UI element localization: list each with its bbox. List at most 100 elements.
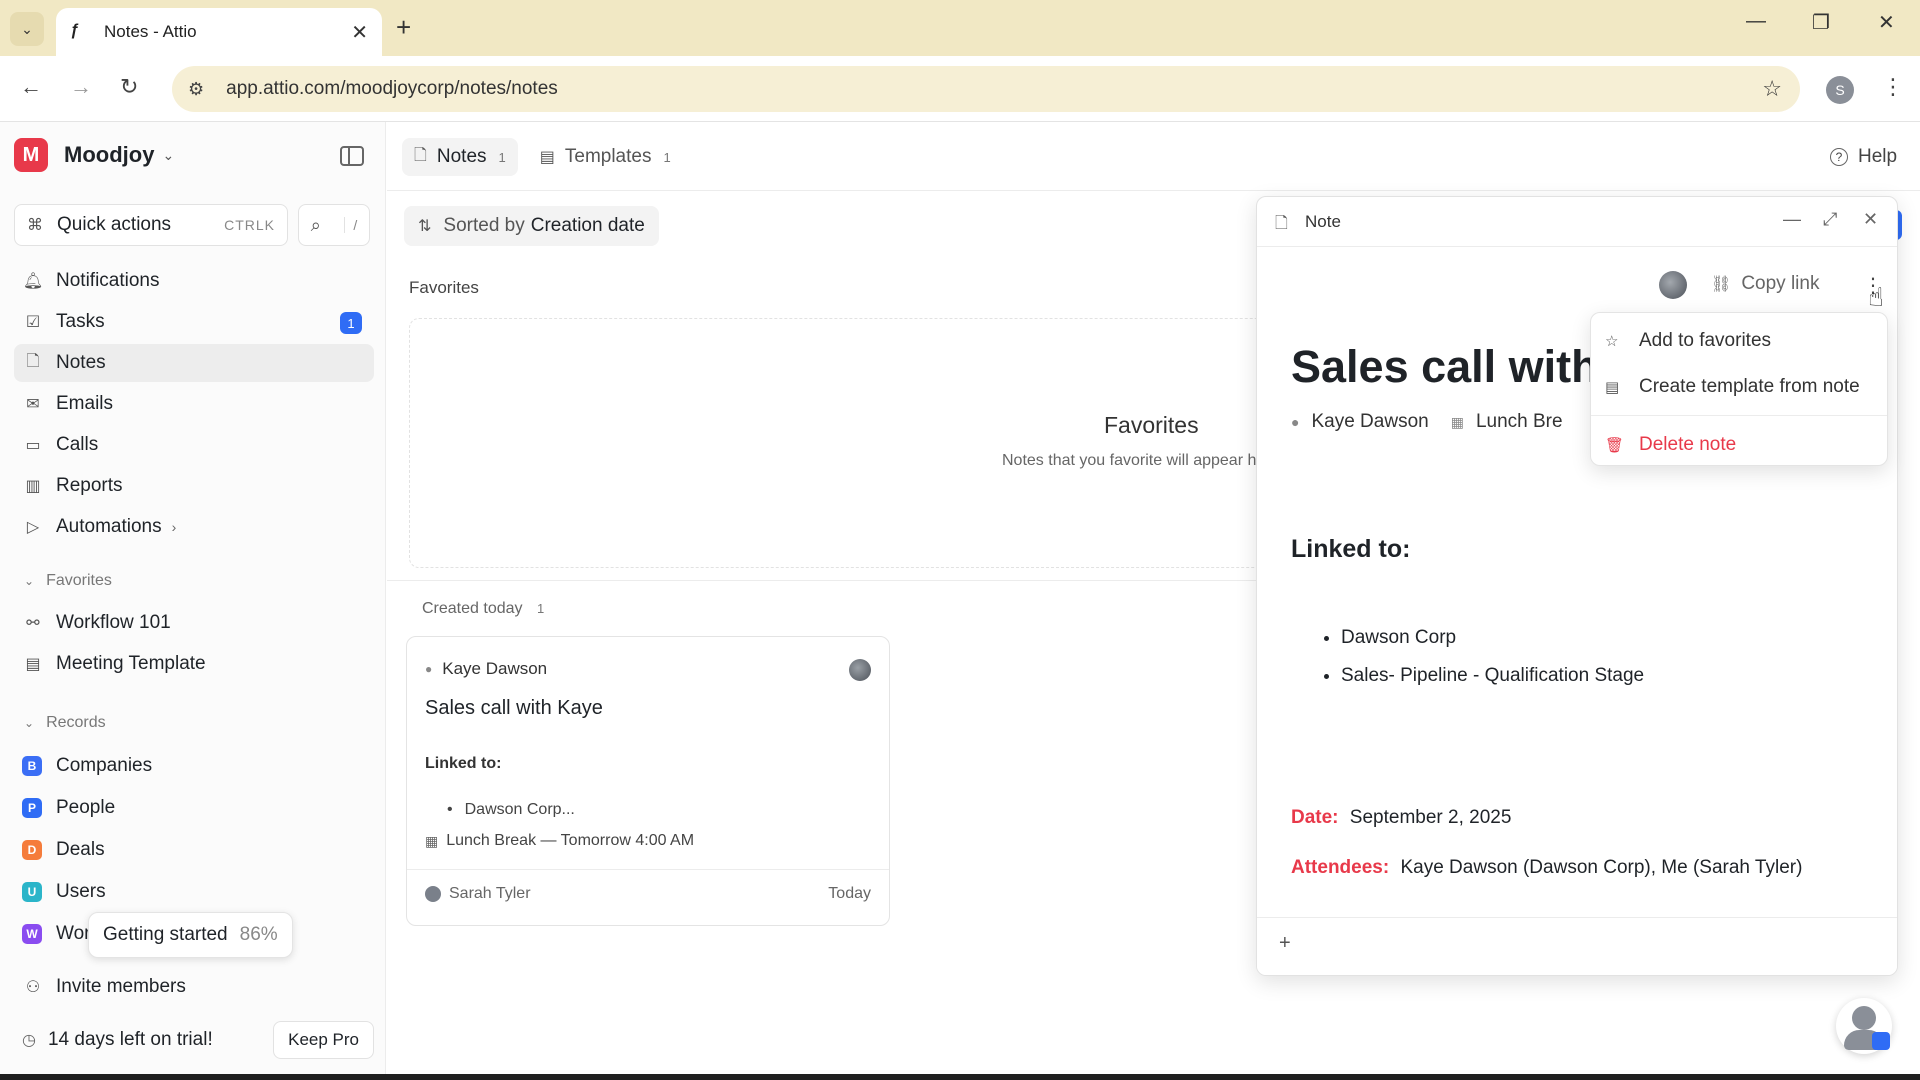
sidebar-item-reports[interactable]: ▥ Reports bbox=[14, 467, 374, 505]
sidebar-item-label: People bbox=[56, 797, 115, 819]
sidebar-item-automations[interactable]: ▷ Automations › bbox=[14, 508, 374, 546]
reload-icon[interactable]: ↻ bbox=[120, 74, 138, 100]
tab-notes[interactable]: 🗋 Notes 1 bbox=[402, 138, 518, 176]
note-card-author: ● Kaye Dawson bbox=[425, 659, 547, 679]
url-text[interactable]: app.attio.com/moodjoycorp/notes/notes bbox=[226, 78, 1762, 100]
sidebar-item-label: Users bbox=[56, 881, 106, 903]
note-event-label: Lunch Bre bbox=[1476, 411, 1563, 433]
profile-avatar[interactable]: S bbox=[1826, 76, 1854, 104]
copy-link-button[interactable]: ⛓ Copy link bbox=[1711, 273, 1819, 295]
note-event[interactable]: ▦ Lunch Bre bbox=[1451, 411, 1563, 433]
bottom-edge bbox=[0, 1074, 1920, 1080]
template-icon: ▤ bbox=[1605, 378, 1625, 396]
note-card-date: Today bbox=[828, 885, 871, 903]
tasks-count-badge: 1 bbox=[340, 312, 362, 334]
sidebar-item-workflow-101[interactable]: ⚯ Workflow 101 bbox=[14, 604, 374, 642]
search-button[interactable]: ⌕ / bbox=[298, 204, 370, 246]
link-icon: ⛓ bbox=[1711, 274, 1731, 294]
browser-tab-bar: ⌄ ƒ Notes - Attio ✕ + — ❐ ✕ bbox=[0, 0, 1920, 56]
date-field: Date: September 2, 2025 bbox=[1291, 807, 1511, 829]
bookmark-star-icon[interactable]: ☆ bbox=[1762, 76, 1782, 102]
getting-started-label: Getting started bbox=[103, 924, 228, 946]
browser-menu-icon[interactable]: ⋮ bbox=[1882, 74, 1904, 100]
records-section-header[interactable]: ⌄ Records bbox=[24, 714, 106, 732]
close-tab-icon[interactable]: ✕ bbox=[351, 20, 368, 45]
people-icon: P bbox=[22, 798, 42, 818]
favorites-section-header[interactable]: ⌄ Favorites bbox=[24, 572, 112, 590]
support-chat-button[interactable] bbox=[1836, 998, 1892, 1054]
workspace-logo: M bbox=[14, 138, 48, 172]
note-card-event[interactable]: ▦ Lunch Break — Tomorrow 4:00 AM bbox=[425, 827, 700, 855]
video-icon: ▭ bbox=[22, 435, 44, 455]
address-bar[interactable]: ⚙ app.attio.com/moodjoycorp/notes/notes … bbox=[172, 66, 1800, 112]
play-icon: ▷ bbox=[22, 517, 44, 537]
attio-favicon-icon: ƒ bbox=[70, 22, 90, 42]
expand-panel-icon[interactable]: ⤢ bbox=[1823, 209, 1837, 230]
restore-window-icon[interactable]: ❐ bbox=[1812, 10, 1830, 35]
back-icon[interactable]: ← bbox=[20, 74, 42, 100]
created-today-label: Created today bbox=[422, 600, 523, 617]
tab-search-button[interactable]: ⌄ bbox=[10, 12, 44, 46]
field-value: Kaye Dawson (Dawson Corp), Me (Sarah Tyl… bbox=[1400, 857, 1802, 878]
note-options-menu: ☆ Add to favorites ▤ Create template fro… bbox=[1590, 312, 1888, 466]
trash-icon: 🗑︎ bbox=[1605, 436, 1625, 454]
minimize-panel-icon[interactable]: — bbox=[1783, 209, 1801, 230]
file-icon: 🗋 bbox=[1275, 212, 1288, 239]
quick-actions-button[interactable]: ⌘ Quick actions CTRLK bbox=[14, 204, 288, 246]
sidebar-item-calls[interactable]: ▭ Calls bbox=[14, 426, 374, 464]
tab-label: Notes bbox=[437, 146, 487, 168]
new-tab-button[interactable]: + bbox=[396, 12, 411, 43]
browser-tab[interactable]: ƒ Notes - Attio ✕ bbox=[56, 8, 382, 56]
add-to-favorites-item[interactable]: ☆ Add to favorites bbox=[1605, 323, 1877, 359]
site-settings-icon[interactable]: ⚙ bbox=[188, 79, 204, 100]
sidebar-item-companies[interactable]: B Companies bbox=[14, 747, 374, 785]
sidebar-item-notes[interactable]: 🗋 Notes bbox=[14, 344, 374, 382]
workspace-switcher[interactable]: M Moodjoy ⌄ bbox=[14, 138, 174, 172]
sort-button[interactable]: ⇅ Sorted by Creation date bbox=[404, 206, 659, 246]
note-author[interactable]: Kaye Dawson bbox=[1311, 411, 1428, 433]
sort-icon: ⇅ bbox=[418, 216, 431, 236]
minimize-window-icon[interactable]: — bbox=[1746, 10, 1766, 33]
sidebar-toggle-icon[interactable] bbox=[340, 146, 364, 166]
list-item: Dawson Corp bbox=[1341, 627, 1644, 649]
note-panel-avatar[interactable] bbox=[1659, 271, 1687, 299]
field-key: Date: bbox=[1291, 807, 1339, 828]
sidebar-item-meeting-template[interactable]: ▤ Meeting Template bbox=[14, 645, 374, 683]
note-card-owner: Sarah Tyler bbox=[425, 885, 531, 903]
favorites-empty-title: Favorites bbox=[1104, 412, 1199, 439]
star-icon: ☆ bbox=[1605, 332, 1625, 350]
sort-prefix: Sorted by bbox=[443, 215, 524, 237]
note-card[interactable]: ● Kaye Dawson Sales call with Kaye Linke… bbox=[406, 636, 890, 926]
sidebar-item-label: Tasks bbox=[56, 311, 105, 333]
sidebar-item-emails[interactable]: ✉ Emails bbox=[14, 385, 374, 423]
tab-label: Templates bbox=[565, 146, 652, 168]
sidebar-item-deals[interactable]: D Deals bbox=[14, 831, 374, 869]
sidebar-item-notifications[interactable]: 🔔︎ Notifications bbox=[14, 262, 374, 300]
getting-started-popover[interactable]: Getting started 86% bbox=[88, 912, 293, 958]
tab-templates[interactable]: ▤ Templates 1 bbox=[528, 138, 683, 176]
note-title[interactable]: Sales call with bbox=[1291, 341, 1599, 393]
close-window-icon[interactable]: ✕ bbox=[1878, 10, 1895, 35]
field-value: September 2, 2025 bbox=[1350, 807, 1512, 828]
field-key: Attendees: bbox=[1291, 857, 1389, 878]
help-button[interactable]: ? Help bbox=[1830, 146, 1897, 168]
delete-note-item[interactable]: 🗑︎ Delete note bbox=[1605, 427, 1877, 463]
help-label: Help bbox=[1858, 146, 1897, 168]
chevron-right-icon: › bbox=[172, 519, 177, 535]
created-today-header: Created today 1 bbox=[422, 600, 544, 618]
note-panel-header: 🗋 Note — ⤢ ✕ bbox=[1257, 197, 1897, 247]
file-icon: 🗋 bbox=[22, 350, 44, 377]
close-panel-icon[interactable]: ✕ bbox=[1863, 209, 1878, 230]
sidebar-item-tasks[interactable]: ☑ Tasks 1 bbox=[14, 303, 374, 341]
keep-pro-button[interactable]: Keep Pro bbox=[273, 1021, 374, 1059]
sidebar-item-people[interactable]: P People bbox=[14, 789, 374, 827]
add-block-icon[interactable]: + bbox=[1279, 932, 1291, 955]
invite-members-button[interactable]: ⚇ Invite members bbox=[14, 968, 374, 1006]
browser-tab-title: Notes - Attio bbox=[104, 22, 351, 42]
forward-icon[interactable]: → bbox=[70, 74, 92, 100]
menu-item-label: Create template from note bbox=[1639, 376, 1860, 398]
users-icon: U bbox=[22, 882, 42, 902]
create-template-item[interactable]: ▤ Create template from note bbox=[1605, 369, 1877, 405]
sidebar-item-users[interactable]: U Users bbox=[14, 873, 374, 911]
template-icon: ▤ bbox=[540, 147, 555, 167]
